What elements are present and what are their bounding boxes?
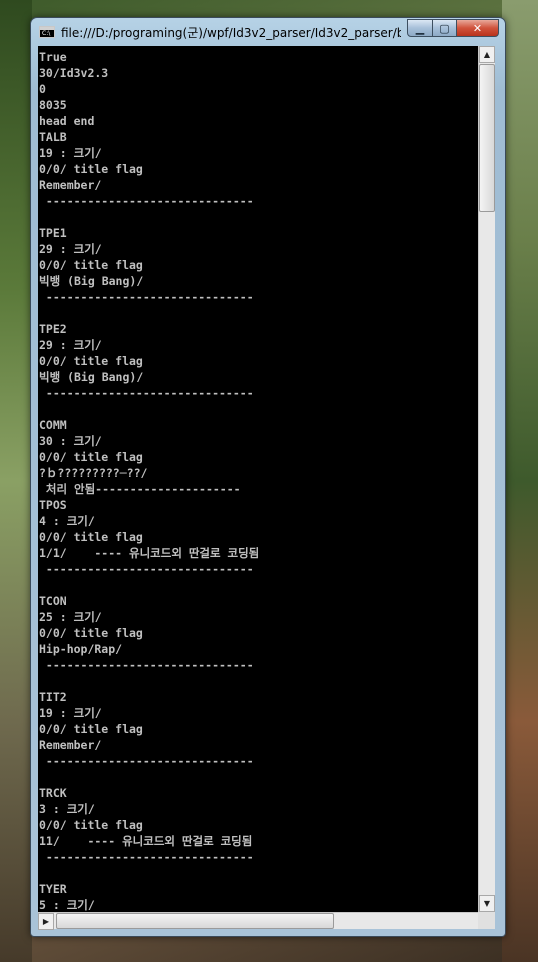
desktop-wallpaper-left	[0, 0, 32, 962]
console-line: head end	[39, 114, 95, 128]
console-line: 19 : 크기/	[39, 146, 102, 160]
maximize-button[interactable]: ▢	[432, 19, 457, 37]
console-line: ------------------------------	[39, 562, 254, 576]
console-line: 19 : 크기/	[39, 706, 102, 720]
console-line: 빅뱅 (Big Bang)/	[39, 370, 144, 384]
console-line: TPE1	[39, 226, 67, 240]
minimize-button[interactable]: ▁	[407, 19, 433, 37]
vertical-scrollbar[interactable]: ▲ ▼	[478, 46, 495, 912]
console-line: 0/0/ title flag	[39, 354, 143, 368]
console-line: TPE2	[39, 322, 67, 336]
console-line: ------------------------------	[39, 850, 254, 864]
console-line: True	[39, 50, 67, 64]
console-line: 25 : 크기/	[39, 610, 102, 624]
console-lines: True 30/Id3v2.3 0 8035 head end TALB 19 : 크기/0…	[39, 49, 266, 912]
console-line: 30/Id3v2.3	[39, 66, 109, 80]
title-bar[interactable]: C:\ file:///D:/programing(군)/wpf/Id3v2_p…	[31, 18, 505, 46]
desktop-wallpaper-right	[502, 0, 538, 962]
console-line: 0/0/ title flag	[39, 626, 143, 640]
minimize-icon: ▁	[415, 21, 425, 35]
console-line: 0/0/ title flag	[39, 530, 143, 544]
console-line: 5 : 크기/	[39, 898, 95, 912]
scroll-up-button[interactable]: ▲	[479, 46, 495, 63]
console-line: 0/0/ title flag	[39, 818, 143, 832]
console-line: 0	[39, 82, 46, 96]
console-line: ------------------------------	[39, 194, 254, 208]
console-app-icon[interactable]: C:\	[39, 26, 55, 38]
console-line: 빅뱅 (Big Bang)/	[39, 274, 144, 288]
console-line: TALB	[39, 130, 67, 144]
chevron-right-icon: ▶	[42, 917, 50, 926]
console-app-icon-label: C:\	[42, 30, 51, 37]
window-title: file:///D:/programing(군)/wpf/Id3v2_parse…	[61, 26, 401, 40]
chevron-down-icon: ▼	[483, 899, 491, 908]
console-line: ------------------------------	[39, 386, 254, 400]
console-line: COMM	[39, 418, 67, 432]
console-line: 0/0/ title flag	[39, 258, 143, 272]
scroll-right-button[interactable]: ▶	[38, 913, 54, 930]
console-line: TRCK	[39, 786, 67, 800]
horizontal-scroll-thumb[interactable]	[56, 913, 334, 929]
close-icon: ✕	[472, 21, 483, 35]
console-line: 3 : 크기/	[39, 802, 95, 816]
console-line: 8035	[39, 98, 67, 112]
console-line: ?ｂ?????????─??/	[39, 466, 148, 480]
console-line: 4 : 크기/	[39, 514, 95, 528]
console-window: C:\ file:///D:/programing(군)/wpf/Id3v2_p…	[30, 17, 506, 937]
close-button[interactable]: ✕	[456, 19, 499, 37]
console-line: ------------------------------	[39, 754, 254, 768]
maximize-icon: ▢	[439, 21, 450, 35]
console-line: 0/0/ title flag	[39, 722, 143, 736]
console-line: 0/0/ title flag	[39, 162, 143, 176]
scrollbar-corner	[478, 912, 495, 929]
console-line: Remember/	[39, 738, 102, 752]
console-line: 1/1/ ---- 유니코드외 딴걸로 코딩됨	[39, 546, 260, 560]
console-line: TIT2	[39, 690, 67, 704]
console-line: Remember/	[39, 178, 102, 192]
console-line: 11/ ---- 유니코드외 딴걸로 코딩됨	[39, 834, 253, 848]
console-line: ------------------------------	[39, 658, 254, 672]
console-line: 처리 안됨---------------------	[39, 482, 241, 496]
console-output-area[interactable]: True 30/Id3v2.3 0 8035 head end TALB 19 : 크기/0…	[38, 46, 478, 912]
console-line: 30 : 크기/	[39, 434, 102, 448]
console-line: Hip-hop/Rap/	[39, 642, 123, 656]
chevron-up-icon: ▲	[483, 50, 491, 59]
console-line: TYER	[39, 882, 67, 896]
console-line: 0/0/ title flag	[39, 450, 143, 464]
console-line: 29 : 크기/	[39, 338, 102, 352]
console-line: TCON	[39, 594, 67, 608]
horizontal-scrollbar[interactable]: ◀ ▶	[38, 912, 478, 930]
console-line: 29 : 크기/	[39, 242, 102, 256]
console-line: ------------------------------	[39, 290, 254, 304]
scroll-down-button[interactable]: ▼	[479, 895, 495, 912]
vertical-scroll-thumb[interactable]	[479, 64, 495, 212]
console-line: TPOS	[39, 498, 67, 512]
